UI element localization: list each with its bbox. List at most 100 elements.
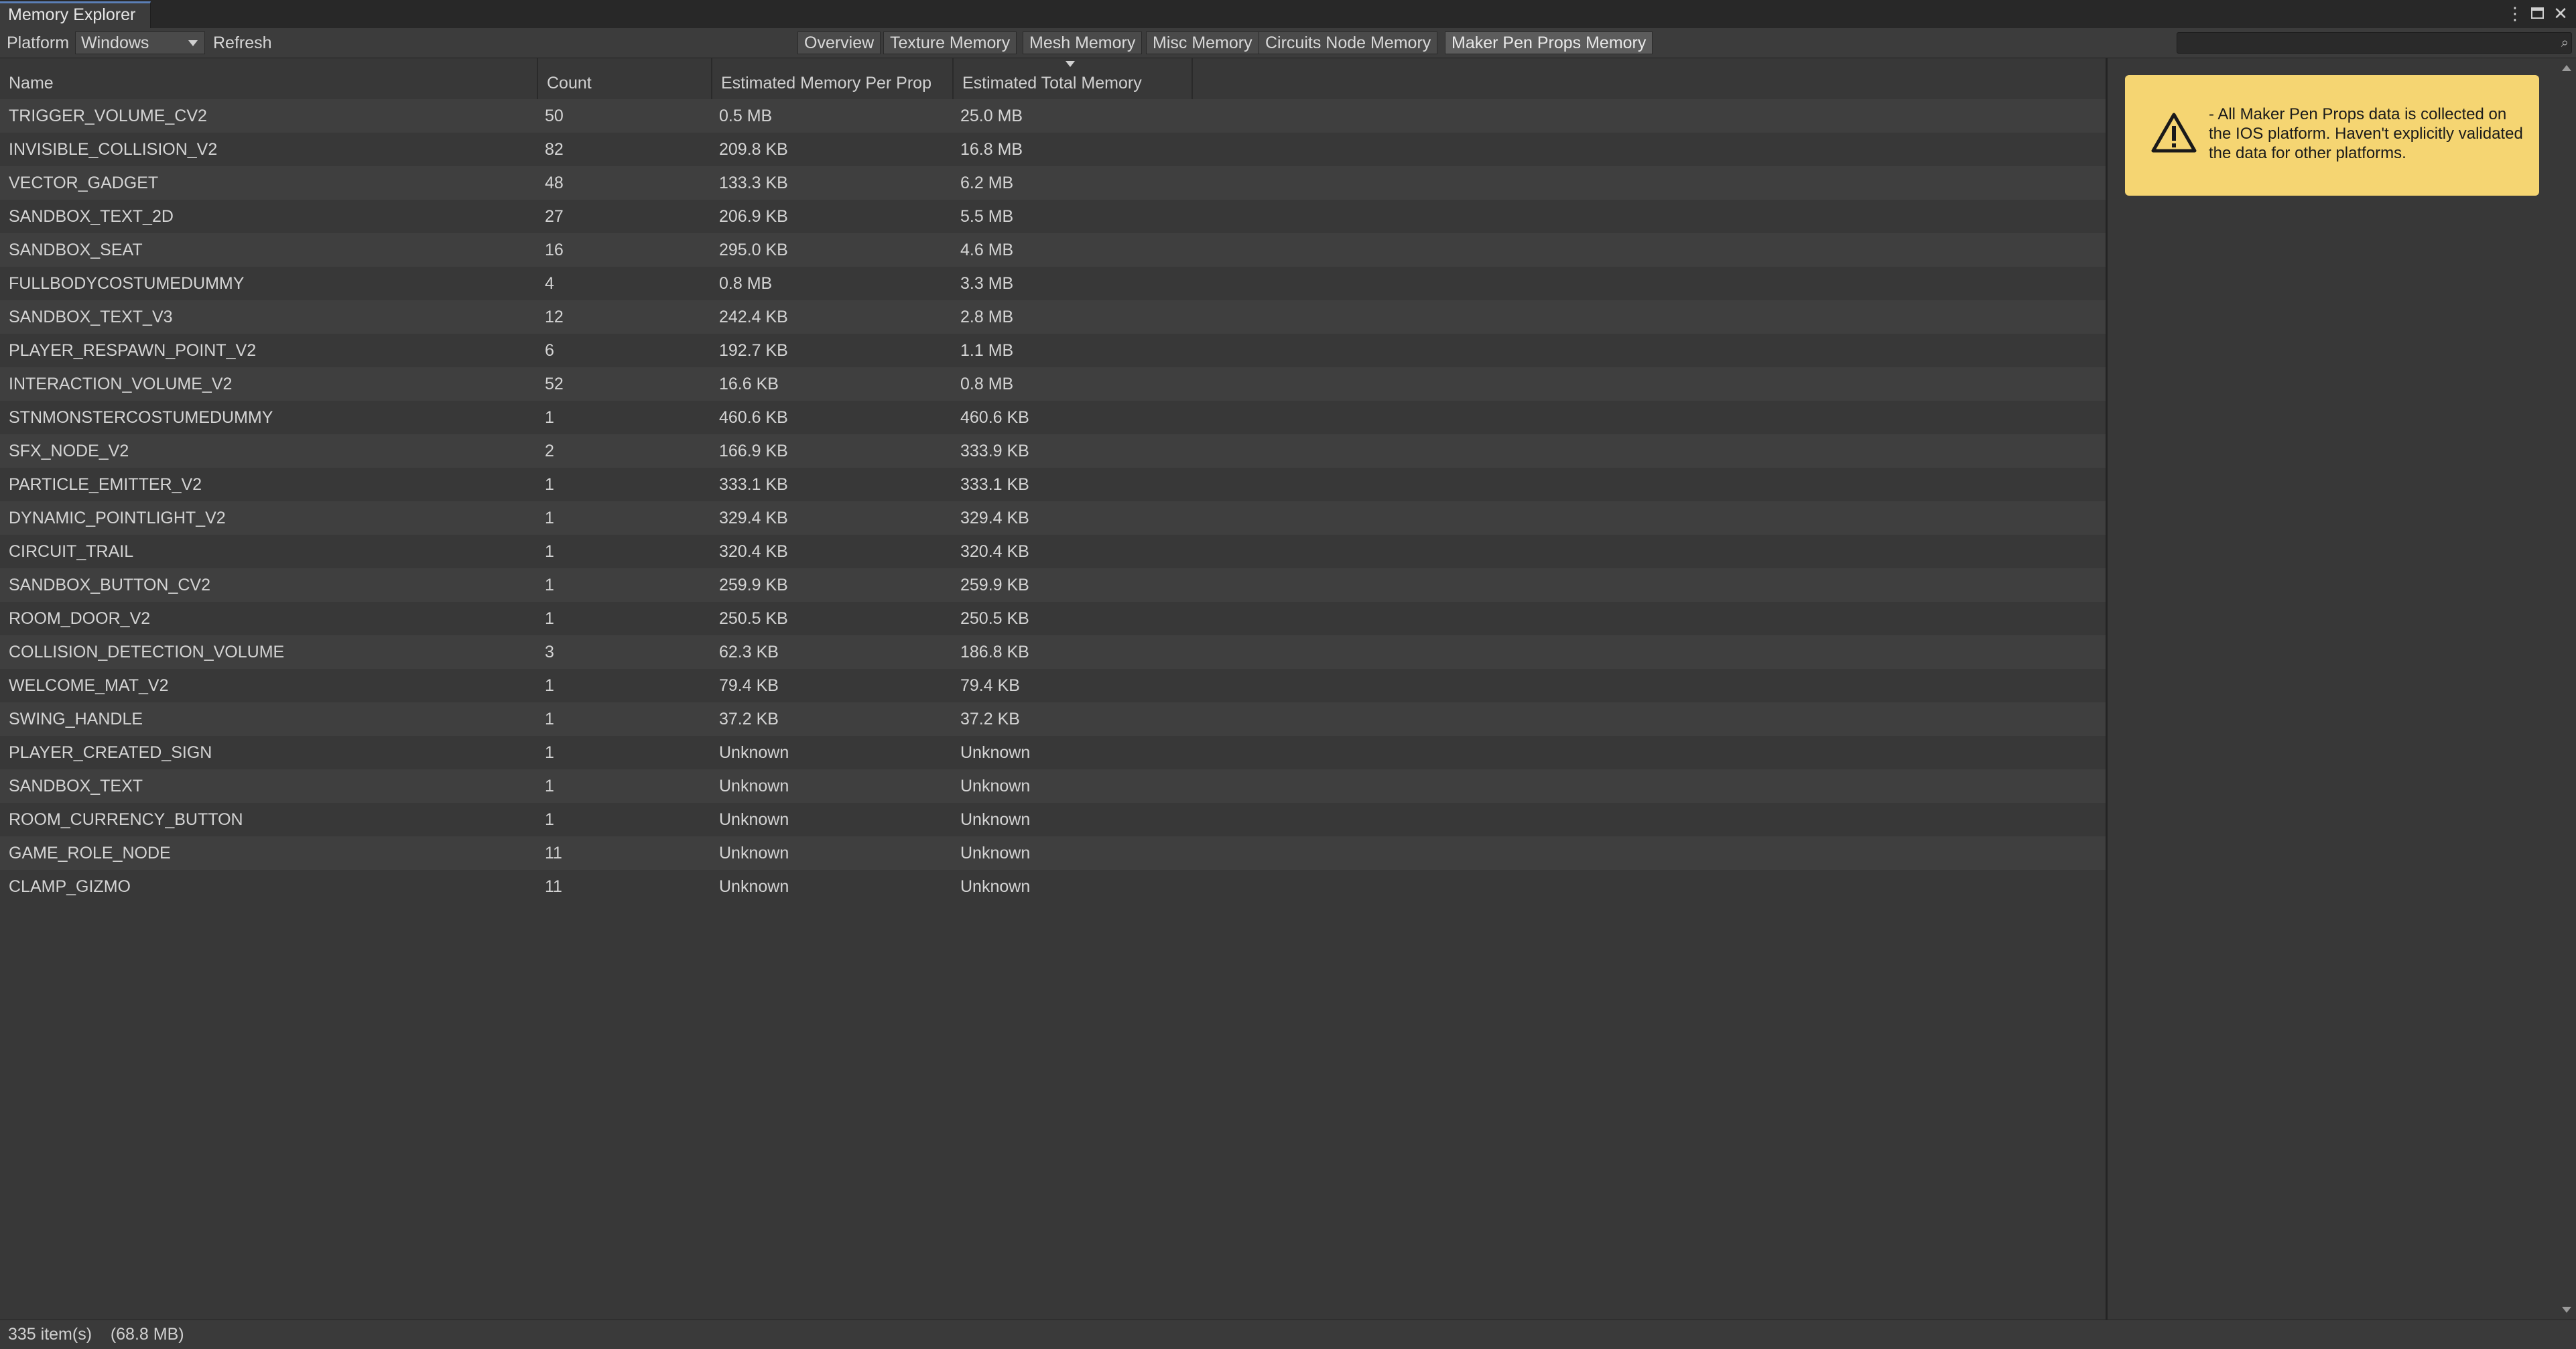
table-row[interactable]: SFX_NODE_V2 2 166.9 KB 333.9 KB: [0, 434, 2106, 468]
tab-circuits-node-memory[interactable]: Circuits Node Memory: [1259, 31, 1438, 54]
title-bar: Memory Explorer ⋮ ✕: [0, 0, 2576, 29]
cell-name: SANDBOX_TEXT_V3: [9, 308, 173, 326]
cell-total-memory: 0.8 MB: [960, 375, 1014, 393]
cell-count: 11: [545, 844, 562, 862]
cell-name: ROOM_DOOR_V2: [9, 609, 151, 628]
cell-count: 50: [545, 107, 564, 125]
column-header-per-prop[interactable]: Estimated Memory Per Prop: [712, 58, 954, 99]
cell-total-memory: 250.5 KB: [960, 609, 1029, 628]
cell-memory-per-prop: 0.5 MB: [719, 107, 773, 125]
table-row[interactable]: CIRCUIT_TRAIL 1 320.4 KB 320.4 KB: [0, 535, 2106, 568]
table-row[interactable]: WELCOME_MAT_V2 1 79.4 KB 79.4 KB: [0, 669, 2106, 702]
cell-memory-per-prop: Unknown: [719, 743, 789, 762]
tab-mesh-memory[interactable]: Mesh Memory: [1023, 31, 1143, 54]
tab-overview[interactable]: Overview: [797, 31, 881, 54]
table-row[interactable]: PLAYER_RESPAWN_POINT_V2 6 192.7 KB 1.1 MB: [0, 334, 2106, 367]
cell-total-memory: 16.8 MB: [960, 140, 1023, 159]
table-row[interactable]: ROOM_DOOR_V2 1 250.5 KB 250.5 KB: [0, 602, 2106, 635]
table-row[interactable]: SANDBOX_BUTTON_CV2 1 259.9 KB 259.9 KB: [0, 568, 2106, 602]
cell-total-memory: 5.5 MB: [960, 207, 1014, 226]
table-row[interactable]: PARTICLE_EMITTER_V2 1 333.1 KB 333.1 KB: [0, 468, 2106, 501]
cell-memory-per-prop: Unknown: [719, 777, 789, 795]
scroll-up-icon[interactable]: [2562, 65, 2571, 71]
table-row[interactable]: TRIGGER_VOLUME_CV2 50 0.5 MB 25.0 MB: [0, 99, 2106, 133]
cell-memory-per-prop: 242.4 KB: [719, 308, 788, 326]
cell-memory-per-prop: Unknown: [719, 810, 789, 829]
cell-count: 1: [545, 743, 554, 762]
cell-name: PLAYER_RESPAWN_POINT_V2: [9, 341, 257, 360]
table-row[interactable]: SANDBOX_SEAT 16 295.0 KB 4.6 MB: [0, 233, 2106, 267]
search-input[interactable]: ⌕: [2177, 32, 2572, 54]
tab-texture-memory[interactable]: Texture Memory: [883, 31, 1017, 54]
tab-misc-memory[interactable]: Misc Memory: [1146, 31, 1259, 54]
cell-total-memory: 329.4 KB: [960, 509, 1029, 527]
cell-name: COLLISION_DETECTION_VOLUME: [9, 643, 285, 661]
cell-total-memory: Unknown: [960, 844, 1031, 862]
cell-total-memory: 333.9 KB: [960, 442, 1029, 460]
refresh-button[interactable]: Refresh: [213, 28, 272, 58]
close-icon[interactable]: ✕: [2551, 1, 2571, 25]
table-row[interactable]: GAME_ROLE_NODE 11 Unknown Unknown: [0, 836, 2106, 870]
table-row[interactable]: INVISIBLE_COLLISION_V2 82 209.8 KB 16.8 MB: [0, 133, 2106, 166]
cell-memory-per-prop: 295.0 KB: [719, 241, 788, 259]
cell-name: SANDBOX_TEXT: [9, 777, 143, 795]
tab-maker-pen-props-memory[interactable]: Maker Pen Props Memory: [1445, 31, 1653, 54]
table-row[interactable]: SWING_HANDLE 1 37.2 KB 37.2 KB: [0, 702, 2106, 736]
cell-count: 1: [545, 710, 554, 728]
cell-name: PLAYER_CREATED_SIGN: [9, 743, 212, 762]
table-row[interactable]: STNMONSTERCOSTUMEDUMMY 1 460.6 KB 460.6 KB: [0, 401, 2106, 434]
cell-memory-per-prop: 62.3 KB: [719, 643, 779, 661]
cell-name: SANDBOX_SEAT: [9, 241, 143, 259]
column-header-count[interactable]: Count: [538, 58, 712, 99]
cell-name: INVISIBLE_COLLISION_V2: [9, 140, 218, 159]
cell-name: TRIGGER_VOLUME_CV2: [9, 107, 207, 125]
cell-total-memory: Unknown: [960, 777, 1031, 795]
cell-total-memory: 320.4 KB: [960, 542, 1029, 561]
cell-total-memory: Unknown: [960, 743, 1031, 762]
cell-count: 6: [545, 341, 554, 360]
cell-memory-per-prop: 0.8 MB: [719, 274, 773, 293]
cell-count: 4: [545, 274, 554, 293]
cell-memory-per-prop: 166.9 KB: [719, 442, 788, 460]
platform-dropdown[interactable]: Windows: [75, 31, 205, 54]
cell-total-memory: 6.2 MB: [960, 174, 1014, 192]
warning-box: - All Maker Pen Props data is collected …: [2125, 75, 2539, 196]
cell-total-memory: 25.0 MB: [960, 107, 1023, 125]
cell-memory-per-prop: 259.9 KB: [719, 576, 788, 594]
vertical-scrollbar[interactable]: [2557, 58, 2576, 1320]
window-tab-title[interactable]: Memory Explorer: [0, 1, 151, 28]
warning-triangle-icon: [2151, 113, 2197, 153]
table-row[interactable]: COLLISION_DETECTION_VOLUME 3 62.3 KB 186.8 …: [0, 635, 2106, 669]
table-row[interactable]: PLAYER_CREATED_SIGN 1 Unknown Unknown: [0, 736, 2106, 769]
scroll-down-icon[interactable]: [2562, 1307, 2571, 1313]
kebab-menu-icon[interactable]: ⋮: [2505, 1, 2525, 25]
cell-name: DYNAMIC_POINTLIGHT_V2: [9, 509, 226, 527]
table-row[interactable]: SANDBOX_TEXT_2D 27 206.9 KB 5.5 MB: [0, 200, 2106, 233]
table-row[interactable]: VECTOR_GADGET 48 133.3 KB 6.2 MB: [0, 166, 2106, 200]
cell-total-memory: 2.8 MB: [960, 308, 1014, 326]
cell-total-memory: 4.6 MB: [960, 241, 1014, 259]
table-row[interactable]: DYNAMIC_POINTLIGHT_V2 1 329.4 KB 329.4 KB: [0, 501, 2106, 535]
cell-name: CLAMP_GIZMO: [9, 877, 131, 896]
column-header-name[interactable]: Name: [0, 58, 538, 99]
cell-memory-per-prop: Unknown: [719, 877, 789, 896]
cell-memory-per-prop: 133.3 KB: [719, 174, 788, 192]
cell-total-memory: 186.8 KB: [960, 643, 1029, 661]
cell-count: 16: [545, 241, 564, 259]
table-header: Name Count Estimated Memory Per Prop Est…: [0, 58, 2106, 99]
table-row[interactable]: INTERACTION_VOLUME_V2 52 16.6 KB 0.8 MB: [0, 367, 2106, 401]
maximize-icon[interactable]: [2528, 1, 2548, 25]
cell-total-memory: 37.2 KB: [960, 710, 1020, 728]
cell-name: SWING_HANDLE: [9, 710, 143, 728]
status-bar: 335 item(s) (68.8 MB): [0, 1320, 2576, 1349]
cell-count: 1: [545, 542, 554, 561]
cell-memory-per-prop: 320.4 KB: [719, 542, 788, 561]
table-row[interactable]: FULLBODYCOSTUMEDUMMY 4 0.8 MB 3.3 MB: [0, 267, 2106, 300]
table-row[interactable]: SANDBOX_TEXT_V3 12 242.4 KB 2.8 MB: [0, 300, 2106, 334]
cell-name: VECTOR_GADGET: [9, 174, 159, 192]
platform-label: Platform: [7, 34, 70, 52]
table-row[interactable]: CLAMP_GIZMO 11 Unknown Unknown: [0, 870, 2106, 903]
table-row[interactable]: SANDBOX_TEXT 1 Unknown Unknown: [0, 769, 2106, 803]
cell-name: SANDBOX_BUTTON_CV2: [9, 576, 211, 594]
table-row[interactable]: ROOM_CURRENCY_BUTTON 1 Unknown Unknown: [0, 803, 2106, 836]
